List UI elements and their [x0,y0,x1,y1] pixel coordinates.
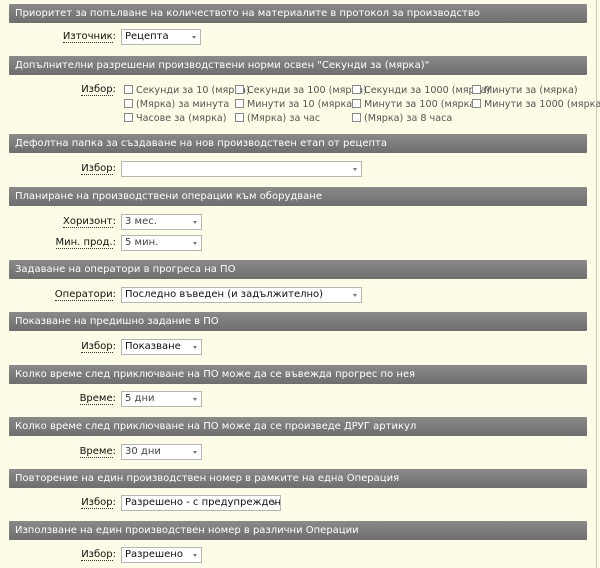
previous-task-select-value: Показване [125,341,181,352]
checkbox-icon [124,85,133,94]
horizon-select-value: 3 мес. [125,216,157,227]
field-row-operators: Оператори Последно въведен (и задължител… [0,287,590,305]
chevron-down-icon [193,346,197,349]
chevron-down-icon [193,451,197,454]
min-duration-select-value: 5 мин. [125,237,159,248]
field-row-previous-task: Избор Показване [0,339,590,357]
chevron-down-icon [353,168,357,171]
other-article-time-select[interactable]: 30 дни [121,444,202,460]
checkbox-minutes-per-100[interactable]: Минути за 100 (мярка) [352,98,479,111]
checkbox-minutes-per-10[interactable]: Минути за 10 (мярка) [235,98,356,111]
repeat-in-operation-select[interactable]: Разрешено - с предупреждение [121,495,281,511]
source-label: Източник [62,31,116,43]
section-header-default-folder: Дефолтна папка за създаване на нов произ… [9,134,587,153]
chevron-down-icon [272,502,276,505]
section-header-progress-time: Колко време след приключване на ПО може … [9,365,587,384]
field-row-repeat-in-operation: Избор Разрешено - с предупреждение [0,495,590,513]
operators-select-value: Последно въведен (и задължително) [125,289,324,300]
settings-form: Приоритет за попълване на количеството н… [0,0,600,568]
section-header-use-in-different-operations: Използване на един производствен номер в… [9,521,587,540]
field-row-default-folder: Избор [0,161,590,179]
norms-label: Избор [81,84,116,96]
min-duration-label: Мин. прод. [55,237,117,249]
checkbox-seconds-per-100[interactable]: Секунди за 100 (мярка) [235,84,367,97]
checkbox-icon [235,99,244,108]
field-row-source: Източник Рецепта [0,29,590,47]
operators-label: Оператори [54,289,116,301]
section-header-planning: Планиране на производствени операции към… [9,187,587,206]
default-folder-select[interactable] [121,161,362,177]
checkbox-minutes-per-unit[interactable]: Минути за (мярка) [472,84,578,97]
field-row-progress-time: Време 5 дни [0,391,590,409]
field-row-use-in-different-operations: Избор Разрешено [0,547,590,565]
checkbox-icon [235,85,244,94]
checkbox-minutes-per-1000[interactable]: Минути за 1000 (мярка) [472,98,600,111]
section-header-production-norms: Допълнителни разрешени производствени но… [9,56,587,75]
chevron-down-icon [193,221,197,224]
norms-checkbox-group: Секунди за 10 (мярка) Секунди за 100 (мя… [124,84,600,128]
section-header-repeat-in-operation: Повторение на един производствен номер в… [9,469,587,488]
chevron-down-icon [193,554,197,557]
checkbox-unit-per-hour[interactable]: (Мярка) за час [235,112,320,125]
checkbox-icon [124,99,133,108]
section-header-other-article-time: Колко време след приключване на ПО може … [9,417,587,436]
use-in-different-operations-select-value: Разрешено [125,549,183,560]
checkbox-icon [235,113,244,122]
checkbox-seconds-per-1000[interactable]: Секунди за 1000 (мярка) [352,84,490,97]
source-select-value: Рецепта [125,31,169,42]
repeat-in-operation-select-value: Разрешено - с предупреждение [125,497,281,508]
checkbox-icon [352,99,361,108]
section-header-operators: Задаване на оператори в прогреса на ПО [9,260,587,279]
min-duration-select[interactable]: 5 мин. [121,235,202,251]
previous-task-select[interactable]: Показване [121,339,202,355]
progress-time-label: Време [79,393,116,405]
field-row-horizon: Хоризонт 3 мес. [0,214,590,232]
checkbox-icon [472,85,481,94]
checkbox-hours-per-unit[interactable]: Часове за (мярка) [124,112,227,125]
chevron-down-icon [192,36,196,39]
source-select[interactable]: Рецепта [121,29,201,45]
section-header-previous-task: Показване на предишно задание в ПО [9,312,587,331]
use-in-different-operations-select[interactable]: Разрешено [121,547,202,563]
section-header-material-priority: Приоритет за попълване на количеството н… [9,4,587,23]
progress-time-select[interactable]: 5 дни [121,391,202,407]
checkbox-icon [472,99,481,108]
field-row-other-article-time: Време 30 дни [0,444,590,462]
default-folder-label: Избор [81,163,116,175]
checkbox-icon [352,85,361,94]
previous-task-label: Избор [81,341,116,353]
field-row-norms: Избор Секунди за 10 (мярка) Секунди за 1… [0,84,600,128]
checkbox-icon [124,113,133,122]
use-in-different-operations-label: Избор [81,549,116,561]
repeat-in-operation-label: Избор [81,497,116,509]
other-article-time-select-value: 30 дни [125,446,161,457]
checkbox-seconds-per-10[interactable]: Секунди за 10 (мярка) [124,84,250,97]
other-article-time-label: Време [79,446,116,458]
chevron-down-icon [353,294,357,297]
horizon-label: Хоризонт [63,216,116,228]
checkbox-unit-per-8-hours[interactable]: (Мярка) за 8 часа [352,112,452,125]
progress-time-select-value: 5 дни [125,393,155,404]
field-row-min-duration: Мин. прод. 5 мин. [0,235,590,253]
checkbox-icon [352,113,361,122]
checkbox-unit-per-minute[interactable]: (Мярка) за минута [124,98,229,111]
operators-select[interactable]: Последно въведен (и задължително) [121,287,362,303]
chevron-down-icon [193,398,197,401]
chevron-down-icon [193,242,197,245]
horizon-select[interactable]: 3 мес. [121,214,202,230]
